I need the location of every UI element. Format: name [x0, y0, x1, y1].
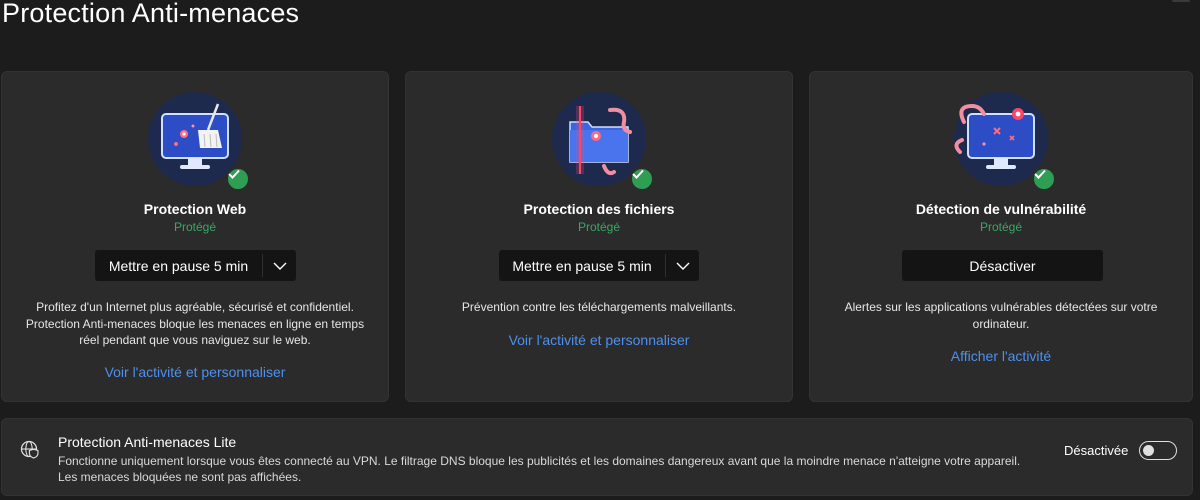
protected-check-icon — [629, 166, 655, 192]
protected-check-icon — [225, 166, 251, 192]
chevron-down-icon — [676, 262, 689, 270]
view-activity-link[interactable]: Voir l'activité et personnaliser — [2, 364, 388, 380]
card-title: Protection des fichiers — [523, 201, 675, 217]
show-activity-link[interactable]: Afficher l'activité — [810, 348, 1192, 364]
status-badge: Protégé — [577, 220, 621, 234]
window-edge-marker — [1172, 0, 1190, 2]
status-badge: Protégé — [173, 220, 217, 234]
protected-check-icon — [1031, 166, 1057, 192]
pause-button[interactable]: Mettre en pause 5 min — [499, 250, 665, 281]
chevron-down-icon — [273, 262, 286, 270]
lite-title: Protection Anti-menaces Lite — [58, 434, 237, 450]
card-web-protection: Protection Web Protégé Mettre en pause 5… — [1, 71, 389, 402]
pause-options-dropdown[interactable] — [666, 250, 699, 281]
pause-options-dropdown[interactable] — [263, 250, 296, 281]
toggle-knob — [1143, 444, 1154, 456]
monitor-virus-icon — [954, 92, 1057, 192]
card-title: Détection de vulnérabilité — [915, 201, 1087, 217]
status-badge: Protégé — [979, 220, 1023, 234]
monitor-broom-icon — [148, 92, 251, 192]
folder-scan-icon — [552, 92, 655, 192]
pause-split-button: Mettre en pause 5 min — [499, 250, 699, 281]
lite-description: Fonctionne uniquement lorsque vous êtes … — [58, 454, 1021, 484]
pause-split-button: Mettre en pause 5 min — [95, 250, 296, 281]
threat-protection-lite-panel: Protection Anti-menaces Lite Fonctionne … — [1, 418, 1193, 496]
card-description: Prévention contre les téléchargements ma… — [461, 300, 737, 314]
globe-shield-icon — [20, 440, 40, 460]
page-title: Protection Anti-menaces — [2, 0, 300, 28]
view-activity-link[interactable]: Voir l'activité et personnaliser — [406, 332, 792, 348]
card-description: Alertes sur les applications vulnérables… — [844, 300, 1158, 331]
toggle-status-label: Désactivée — [1064, 443, 1129, 458]
card-description: Profitez d'un Internet plus agréable, sé… — [25, 300, 365, 347]
card-title: Protection Web — [143, 201, 247, 217]
disable-button[interactable]: Désactiver — [902, 250, 1103, 281]
protection-cards: Protection Web Protégé Mettre en pause 5… — [0, 71, 1200, 403]
card-file-protection: Protection des fichiers Protégé Mettre e… — [405, 71, 793, 402]
card-vulnerability-detection: Détection de vulnérabilité Protégé Désac… — [809, 71, 1193, 402]
pause-button[interactable]: Mettre en pause 5 min — [95, 250, 262, 281]
lite-toggle-switch[interactable] — [1139, 441, 1177, 460]
